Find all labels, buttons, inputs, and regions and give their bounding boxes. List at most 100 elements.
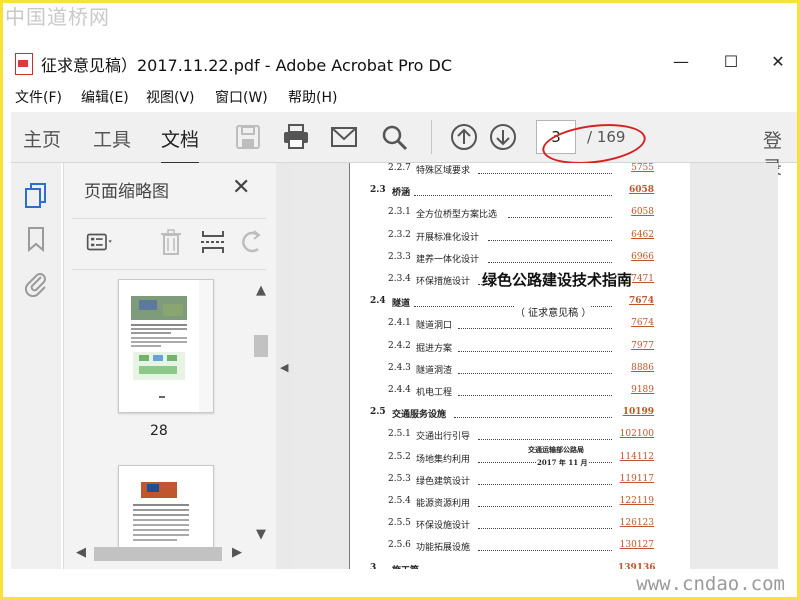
toc-entry[interactable]: 2.4.3 隧道洞渣 8886 bbox=[350, 363, 670, 379]
toc-page-link[interactable]: 7674 bbox=[618, 318, 654, 328]
toc-leader bbox=[454, 416, 612, 419]
thumbnail-options-icon[interactable] bbox=[86, 227, 116, 257]
toc-number: 2.4.3 bbox=[388, 362, 411, 373]
menu-view[interactable]: 视图(V) bbox=[146, 87, 195, 107]
toc-leader bbox=[478, 483, 612, 485]
scroll-thumb[interactable] bbox=[254, 335, 268, 357]
document-date: 2017 年 11 月 bbox=[537, 458, 588, 468]
toc-leader bbox=[458, 394, 612, 396]
toc-page-link[interactable]: 7977 bbox=[618, 341, 654, 351]
tab-home[interactable]: 主页 bbox=[23, 125, 61, 152]
bookmark-icon[interactable] bbox=[23, 225, 49, 253]
toc-title: 交通服务设施 bbox=[392, 410, 447, 421]
toc-number: 2.3.2 bbox=[388, 229, 411, 240]
toc-entry[interactable]: 2.5.5 环保设施设计 126123 bbox=[350, 518, 670, 534]
toc-page-link[interactable]: 6058 bbox=[618, 185, 654, 195]
toc-title: 交通出行引导 bbox=[416, 432, 471, 443]
attachment-icon[interactable] bbox=[23, 269, 49, 297]
toc-page-link[interactable]: 122119 bbox=[618, 496, 654, 506]
toc-title: 建养一体化设计 bbox=[416, 254, 480, 265]
toc-entry[interactable]: 2.3.2 开展标准化设计 6462 bbox=[350, 230, 670, 246]
toc-title: 绿色建筑设计 bbox=[416, 476, 471, 487]
toc-entry[interactable]: 2.3.1 全方位桥型方案比选 6058 bbox=[350, 207, 670, 223]
toc-number: 2.3.4 bbox=[388, 274, 411, 284]
page-thumbnail[interactable] bbox=[118, 279, 214, 413]
thumbnail-horizontal-scrollbar[interactable]: ◀ ▶ bbox=[72, 543, 250, 565]
insert-page-icon[interactable] bbox=[198, 227, 228, 257]
toc-number: 2.5.4 bbox=[388, 496, 411, 506]
page-up-icon[interactable] bbox=[449, 122, 479, 152]
toc-page-link[interactable]: 6966 bbox=[618, 252, 654, 262]
toc-page-link[interactable]: 130127 bbox=[618, 540, 654, 550]
toc-entry[interactable]: 2.2.7 特殊区域要求 5755 bbox=[350, 163, 670, 179]
scroll-thumb[interactable] bbox=[94, 547, 222, 561]
scroll-up-arrow[interactable]: ▲ bbox=[256, 283, 266, 298]
thumbnail-page-number: 28 bbox=[150, 423, 168, 439]
toc-title: 环保措施设计 bbox=[416, 277, 471, 287]
toc-page-link[interactable]: 114112 bbox=[618, 452, 654, 462]
toc-entry[interactable]: 2.4.2 掘进方案 7977 bbox=[350, 341, 670, 357]
toc-page-link[interactable]: 119117 bbox=[618, 474, 654, 484]
toc-page-link[interactable]: 6462 bbox=[618, 230, 654, 240]
toc-entry[interactable]: 2.4.1 隧道洞口 7674 bbox=[350, 318, 670, 334]
toc-leader bbox=[478, 505, 612, 507]
toc-title: 特殊区域要求 bbox=[416, 166, 471, 176]
toc-page-link[interactable]: 102100 bbox=[618, 429, 654, 439]
toc-entry[interactable]: 2.5 交通服务设施 10199 bbox=[350, 407, 670, 423]
toc-page-link[interactable]: 8886 bbox=[618, 363, 654, 373]
search-icon[interactable] bbox=[379, 122, 409, 152]
scroll-right-arrow[interactable]: ▶ bbox=[232, 545, 242, 560]
toc-entry[interactable]: 2.4.4 机电工程 9189 bbox=[350, 385, 670, 401]
toc-entry[interactable]: 2.4 隧道 7674 bbox=[350, 296, 670, 312]
tab-tools[interactable]: 工具 bbox=[93, 125, 131, 152]
maximize-button[interactable]: ☐ bbox=[711, 47, 751, 77]
minimize-button[interactable]: — bbox=[661, 47, 701, 77]
thumbnail-vertical-scrollbar[interactable]: ▲ ▼ bbox=[250, 279, 272, 549]
scroll-down-arrow[interactable]: ▼ bbox=[256, 527, 266, 542]
toc-page-link[interactable]: 6058 bbox=[618, 207, 654, 217]
menu-edit[interactable]: 编辑(E) bbox=[81, 87, 129, 107]
toc-entry[interactable]: 2.5.6 功能拓展设施 130127 bbox=[350, 540, 670, 556]
toc-number: 2.4.1 bbox=[388, 318, 411, 329]
panel-collapse-handle[interactable]: ◀ bbox=[276, 163, 294, 569]
toc-page-link[interactable]: 7674 bbox=[618, 296, 654, 306]
toc-page-link[interactable]: 9189 bbox=[618, 385, 654, 395]
close-button[interactable]: ✕ bbox=[758, 47, 797, 77]
page-thumbnail[interactable] bbox=[118, 465, 214, 551]
toc-entry[interactable]: 2.3 桥涵 6058 bbox=[350, 185, 670, 201]
panel-title: 页面缩略图 bbox=[84, 182, 169, 202]
scroll-left-arrow[interactable]: ◀ bbox=[76, 545, 86, 560]
menu-window[interactable]: 窗口(W) bbox=[215, 87, 268, 107]
toc-title: 隧道洞渣 bbox=[416, 365, 453, 376]
document-title: 绿色公路建设技术指南 bbox=[482, 269, 633, 290]
toc-entry[interactable]: 2.5.3 绿色建筑设计 119117 bbox=[350, 474, 670, 490]
pdf-page: 3施工篇1391362.5.6功能拓展设施1301272.5.5环保设施设计12… bbox=[349, 163, 690, 569]
toc-number: 2.5 bbox=[370, 407, 386, 418]
toc-entry[interactable]: 2.5.2 场地集约利用 114112 bbox=[350, 452, 670, 468]
panel-close-icon[interactable]: ✕ bbox=[232, 175, 250, 200]
window-title: 征求意见稿）2017.11.22.pdf - Adobe Acrobat Pro… bbox=[41, 56, 453, 75]
toc-title: 功能拓展设施 bbox=[416, 543, 471, 554]
rotate-icon[interactable] bbox=[236, 227, 266, 257]
delete-icon[interactable] bbox=[156, 227, 186, 257]
menu-help[interactable]: 帮助(H) bbox=[288, 87, 337, 107]
menu-file[interactable]: 文件(F) bbox=[15, 87, 62, 107]
document-view[interactable]: 3施工篇1391362.5.6功能拓展设施1301272.5.5环保设施设计12… bbox=[294, 163, 778, 569]
print-icon[interactable] bbox=[281, 122, 311, 152]
pages-icon[interactable] bbox=[23, 181, 49, 209]
toc-title: 隧道 bbox=[392, 299, 411, 310]
save-icon[interactable] bbox=[233, 122, 263, 152]
collapse-arrow-icon: ◀ bbox=[280, 361, 289, 374]
email-icon[interactable] bbox=[329, 122, 359, 152]
toc-number: 2.2.7 bbox=[388, 163, 411, 173]
toc-page-link[interactable]: 5755 bbox=[618, 163, 654, 173]
toc-entry[interactable]: 2.5.1 交通出行引导 102100 bbox=[350, 429, 670, 445]
page-down-icon[interactable] bbox=[488, 122, 518, 152]
toc-entry[interactable]: 2.3.3 建养一体化设计 6966 bbox=[350, 252, 670, 268]
toc-page-link[interactable]: 10199 bbox=[618, 407, 654, 417]
toc-entry[interactable]: 2.5.4 能源资源利用 122119 bbox=[350, 496, 670, 512]
toc-page-link[interactable]: 126123 bbox=[618, 518, 654, 528]
toc-number: 2.4.2 bbox=[388, 340, 411, 351]
toc-leader bbox=[458, 350, 612, 352]
tab-document[interactable]: 文档 bbox=[161, 125, 200, 165]
